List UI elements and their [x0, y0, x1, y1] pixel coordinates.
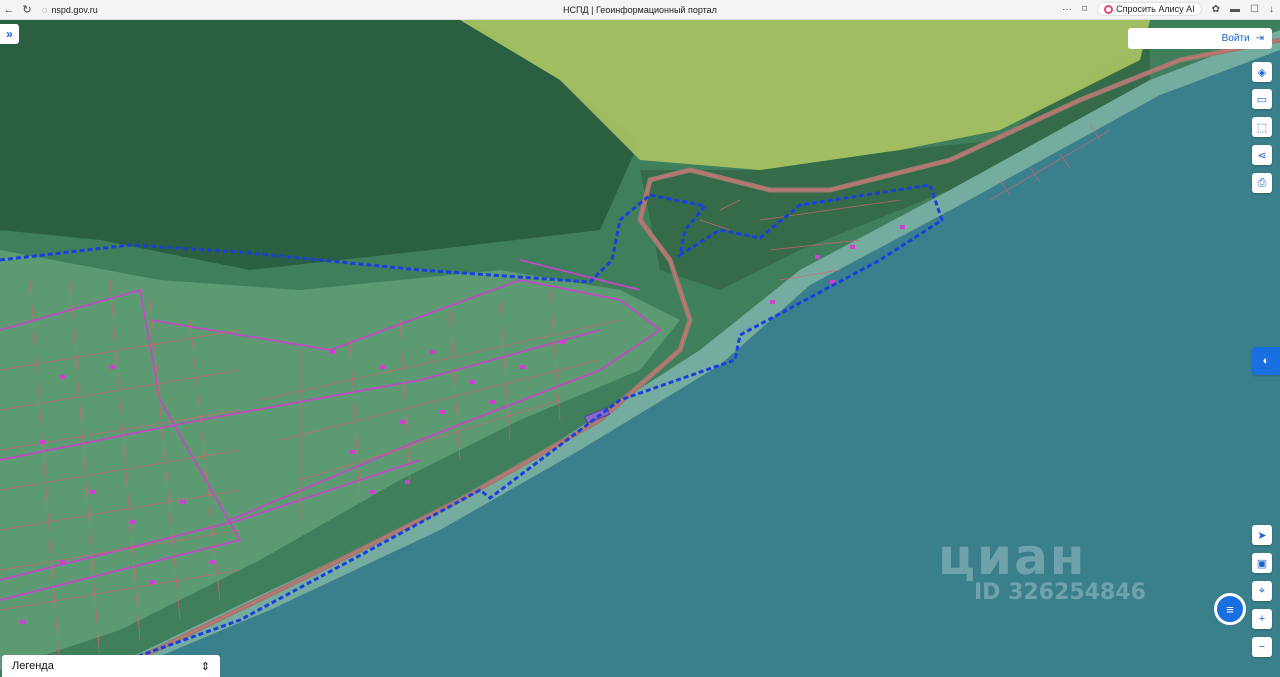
back-icon[interactable]: ←	[0, 4, 18, 16]
extension-icon-3[interactable]: ☐	[1250, 4, 1259, 15]
select-icon: ⬚	[1256, 121, 1268, 134]
zoom-in-button[interactable]: +	[1252, 609, 1272, 629]
ruler-icon: ▭	[1256, 93, 1268, 106]
pin-icon: ⌖	[1258, 584, 1266, 597]
expand-panel-button[interactable]: »	[0, 24, 19, 44]
legend-toggle-icon[interactable]: ⇕	[201, 660, 210, 673]
share-button[interactable]: ⋖	[1252, 145, 1272, 165]
print-icon: ⎙	[1257, 176, 1267, 189]
select-area-button[interactable]: ⬚	[1252, 117, 1272, 137]
locate-button[interactable]: ➤	[1252, 525, 1272, 545]
url-text: nspd.gov.ru	[51, 4, 98, 15]
watermark: циан ID 326254846	[938, 528, 1146, 605]
menu-icon[interactable]: ···	[1062, 4, 1072, 15]
legend-panel[interactable]: Легенда ⇕	[2, 655, 220, 677]
assistant-icon: ◐	[1262, 355, 1270, 367]
login-button[interactable]: Войти ⇥	[1128, 28, 1272, 49]
login-label: Войти	[1221, 33, 1250, 44]
share-icon: ⋖	[1257, 149, 1267, 162]
browser-toolbar: ← ↻ ◌ nspd.gov.ru НСПД | Геоинформационн…	[0, 0, 1280, 20]
login-icon: ⇥	[1255, 33, 1264, 44]
pin-button[interactable]: ⌖	[1252, 581, 1272, 601]
legend-label: Легенда	[12, 660, 54, 672]
watermark-id: ID 326254846	[974, 580, 1146, 605]
watermark-brand: циан	[938, 528, 1087, 586]
layers-icon: ◈	[1257, 66, 1267, 79]
bookmark-icon[interactable]: ⌑	[1082, 4, 1087, 15]
layers-button[interactable]: ◈	[1252, 62, 1272, 82]
browser-actions: ··· ⌑ Спросить Алису AI ✿ ▬ ☐ ↓	[1062, 2, 1274, 16]
ask-alice-button[interactable]: Спросить Алису AI	[1097, 2, 1202, 16]
zoom-in-icon: +	[1258, 613, 1266, 625]
extension-icon[interactable]: ✿	[1212, 4, 1220, 15]
locate-icon: ➤	[1257, 529, 1267, 542]
measure-button[interactable]: ▭	[1252, 89, 1272, 109]
assistant-button[interactable]: ◐	[1252, 347, 1280, 375]
screen-icon: ▣	[1256, 557, 1268, 570]
download-icon[interactable]: ↓	[1269, 4, 1274, 15]
screen-button[interactable]: ▣	[1252, 553, 1272, 573]
refresh-icon[interactable]: ↻	[18, 3, 36, 16]
zoom-out-icon: −	[1258, 641, 1266, 653]
alice-icon	[1104, 4, 1114, 14]
chat-button[interactable]: ≡	[1214, 593, 1246, 625]
zoom-out-button[interactable]: −	[1252, 637, 1272, 657]
chat-icon: ≡	[1226, 601, 1234, 617]
extension-icon-2[interactable]: ▬	[1230, 4, 1240, 15]
address-bar[interactable]: ◌ nspd.gov.ru	[42, 5, 98, 15]
print-button[interactable]: ⎙	[1252, 173, 1272, 193]
ask-alice-label: Спросить Алису AI	[1116, 4, 1195, 14]
shield-icon: ◌	[42, 4, 48, 15]
